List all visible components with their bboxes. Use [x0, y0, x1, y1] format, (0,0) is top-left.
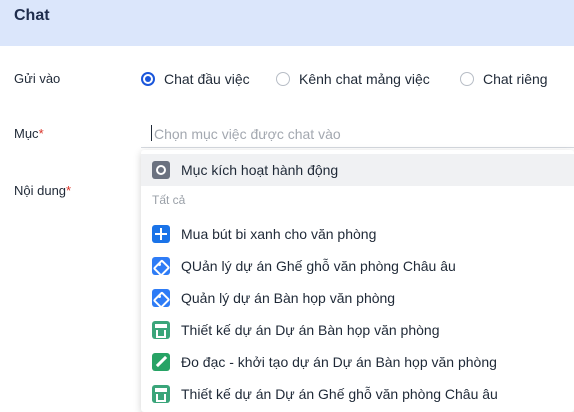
radio-label: Chat đầu việc: [164, 71, 250, 87]
required-mark: *: [38, 126, 44, 141]
store-icon: [152, 385, 170, 403]
dropdown-section-label: Tất cả: [152, 193, 186, 207]
dropdown-item-label: Thiết kế dự án Dự án Ghế ghỗ văn phòng C…: [181, 386, 498, 402]
radio-work-channel[interactable]: Kênh chat mảng việc: [276, 70, 430, 88]
required-mark: *: [66, 183, 72, 198]
category-dropdown: Mục kích hoạt hành động Tất cả Mua bút b…: [141, 150, 574, 412]
radio-label: Kênh chat mảng việc: [299, 71, 430, 87]
dropdown-item-label: Mục kích hoạt hành động: [181, 162, 339, 178]
send-to-label: Gửi vào: [14, 71, 61, 86]
store-icon: [152, 321, 170, 339]
radio-dot-icon: [141, 72, 155, 86]
category-label: Mục*: [14, 126, 44, 141]
dropdown-item-label: QUản lý dự án Ghế ghỗ văn phòng Châu âu: [181, 258, 456, 274]
dialog-header: Chat: [0, 0, 574, 46]
dropdown-item-trigger-action[interactable]: Mục kích hoạt hành động: [141, 154, 574, 186]
category-placeholder: Chọn mục việc được chat vào: [154, 126, 341, 142]
dropdown-item[interactable]: Quản lý dự án Bàn họp văn phòng: [141, 282, 574, 314]
dialog-title: Chat: [14, 7, 50, 24]
dropdown-item[interactable]: Đo đạc - khởi tạo dự án Dự án Bàn họp vă…: [141, 346, 574, 378]
dropdown-item[interactable]: QUản lý dự án Ghế ghỗ văn phòng Châu âu: [141, 250, 574, 282]
dropdown-item-label: Quản lý dự án Bàn họp văn phòng: [181, 290, 396, 306]
dropdown-item-label: Thiết kế dự án Dự án Bàn họp văn phòng: [181, 322, 440, 338]
content-label-text: Nội dung: [14, 183, 67, 198]
radio-chat-task[interactable]: Chat đầu việc: [141, 70, 250, 88]
radio-dot-icon: [276, 72, 290, 86]
tag-icon: [152, 289, 170, 307]
plus-icon: [152, 225, 170, 243]
text-caret: [151, 125, 152, 141]
dropdown-item[interactable]: Thiết kế dự án Dự án Bàn họp văn phòng: [141, 314, 574, 346]
dropdown-item[interactable]: Thiết kế dự án Dự án Ghế ghỗ văn phòng C…: [141, 378, 574, 410]
pencil-icon: [152, 353, 170, 371]
dropdown-item-label: Đo đạc - khởi tạo dự án Dự án Bàn họp vă…: [181, 354, 497, 370]
radio-private-chat[interactable]: Chat riêng: [460, 70, 548, 88]
category-input[interactable]: Chọn mục việc được chat vào: [141, 120, 574, 148]
dropdown-item-label: Mua bút bi xanh cho văn phòng: [181, 226, 377, 242]
dropdown-item[interactable]: Mua bút bi xanh cho văn phòng: [141, 218, 574, 250]
radio-label: Chat riêng: [483, 71, 548, 87]
target-icon: [152, 161, 170, 179]
tag-icon: [152, 257, 170, 275]
radio-dot-icon: [460, 72, 474, 86]
content-label: Nội dung*: [14, 183, 71, 198]
category-label-text: Mục: [14, 126, 39, 141]
